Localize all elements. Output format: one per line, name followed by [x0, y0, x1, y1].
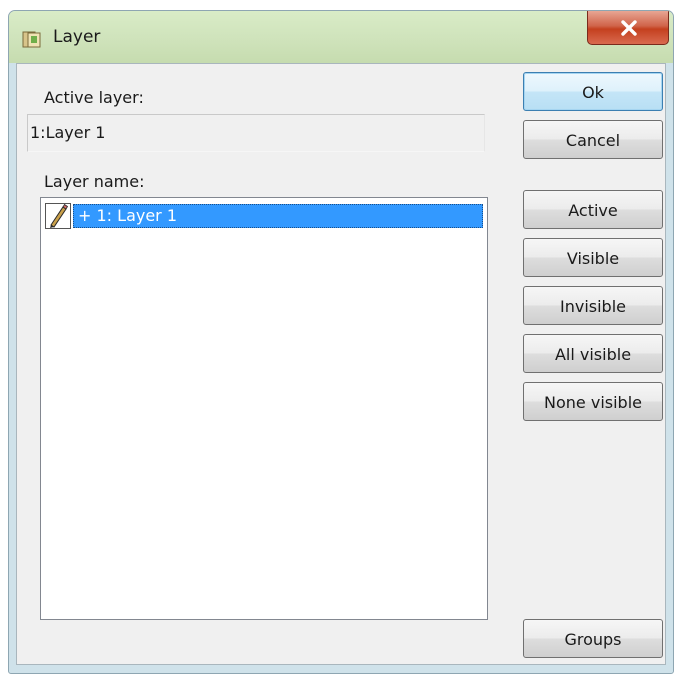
dialog-body: Active layer: 1:Layer 1 Layer name: + 1:…	[16, 63, 666, 665]
none-visible-button[interactable]: None visible	[523, 382, 663, 421]
cancel-button[interactable]: Cancel	[523, 120, 663, 159]
close-button[interactable]	[587, 11, 669, 45]
all-visible-button[interactable]: All visible	[523, 334, 663, 373]
invisible-button[interactable]: Invisible	[523, 286, 663, 325]
close-icon	[621, 20, 637, 36]
layer-name-label: Layer name:	[44, 172, 145, 191]
layer-row-label[interactable]: + 1: Layer 1	[73, 204, 483, 228]
active-button[interactable]: Active	[523, 190, 663, 229]
layer-list[interactable]: + 1: Layer 1	[40, 197, 488, 620]
layer-dialog: Layer Active layer: 1:Layer 1 Layer name…	[8, 10, 674, 674]
groups-button[interactable]: Groups	[523, 619, 663, 658]
active-layer-field: 1:Layer 1	[27, 114, 485, 152]
ok-button[interactable]: Ok	[523, 72, 663, 111]
list-item[interactable]: + 1: Layer 1	[45, 203, 485, 229]
window-title: Layer	[53, 27, 101, 47]
active-layer-label: Active layer:	[44, 88, 144, 107]
visible-button[interactable]: Visible	[523, 238, 663, 277]
pencil-icon	[45, 203, 71, 229]
title-bar[interactable]: Layer	[9, 11, 673, 63]
app-icon	[22, 31, 42, 49]
